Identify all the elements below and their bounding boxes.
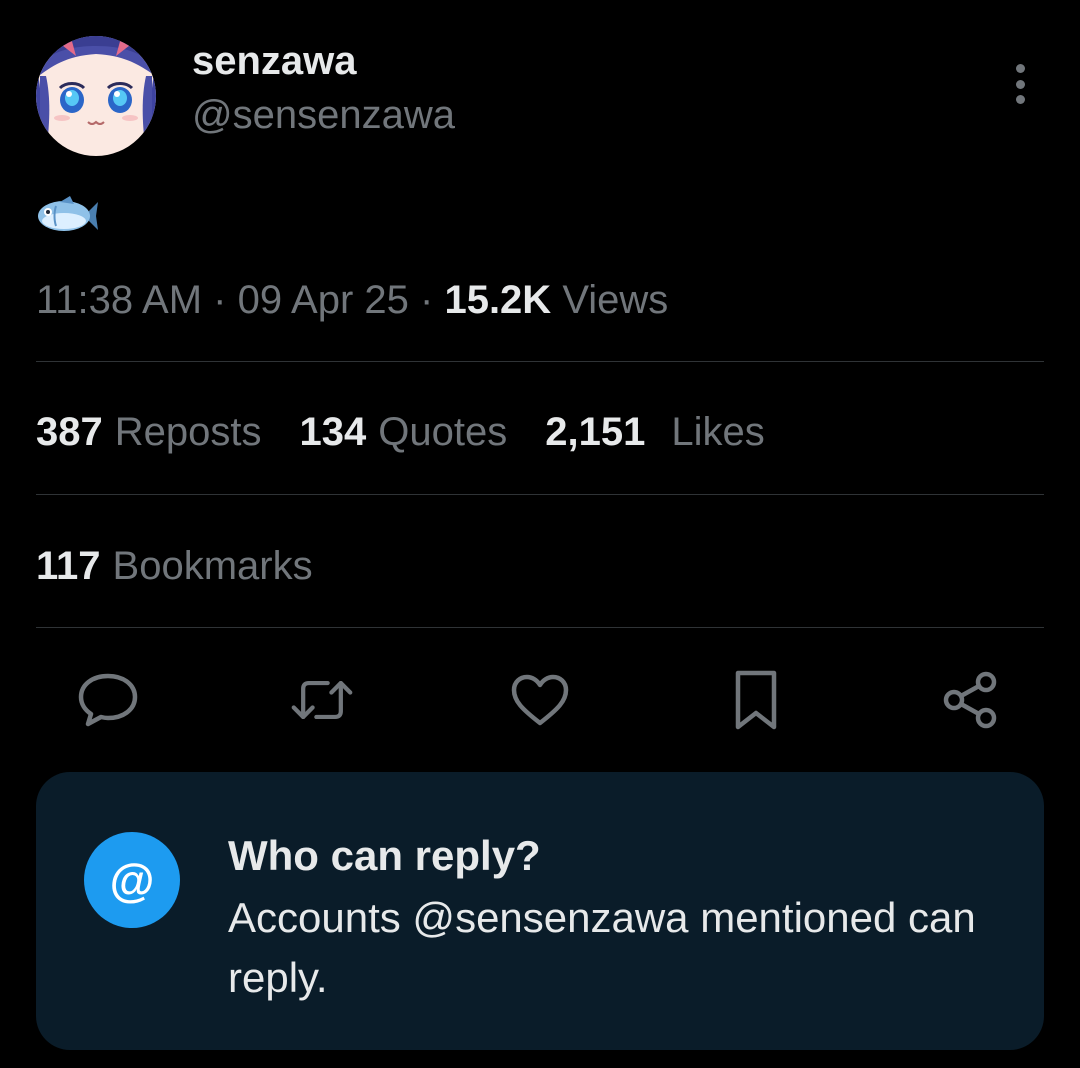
bookmark-icon — [735, 670, 777, 730]
post-date[interactable]: 09 Apr 25 — [238, 278, 409, 322]
avatar[interactable] — [36, 36, 156, 156]
quotes-count: 134 — [299, 410, 367, 454]
quotes-stat[interactable]: 134 Quotes — [300, 408, 508, 456]
divider — [36, 627, 1044, 628]
engagement-stats: 387 Reposts 134 Quotes 2,151 Likes — [36, 408, 803, 456]
post-metadata: 11:38 AM · 09 Apr 25 · 15.2K Views — [36, 276, 668, 324]
reposts-count: 387 — [36, 410, 103, 454]
views-label: Views — [562, 278, 669, 322]
repost-icon — [291, 680, 353, 720]
author-display-name[interactable]: senzawa — [192, 38, 357, 84]
who-can-reply-card: @ Who can reply? Accounts @sensenzawa me… — [36, 772, 1044, 1050]
bookmark-button[interactable] — [724, 668, 788, 732]
share-button[interactable] — [938, 668, 1002, 732]
likes-label: Likes — [671, 410, 765, 454]
repost-button[interactable] — [290, 668, 354, 732]
likes-count: 2,151 — [545, 410, 646, 454]
bookmarks-count: 117 — [36, 544, 101, 588]
reposts-stat[interactable]: 387 Reposts — [36, 408, 262, 456]
fish-emoji-icon — [36, 192, 100, 240]
more-options-icon[interactable] — [1000, 60, 1040, 108]
share-icon — [943, 671, 997, 729]
like-icon — [511, 674, 569, 726]
divider — [36, 494, 1044, 495]
quotes-label: Quotes — [378, 410, 508, 454]
reposts-label: Reposts — [114, 410, 262, 454]
reply-settings-title: Who can reply? — [228, 832, 541, 879]
divider — [36, 361, 1044, 362]
reply-icon — [78, 673, 138, 727]
post-detail: senzawa @sensenzawa 11:38 AM · 09 Apr 25… — [0, 0, 1080, 1068]
likes-stat[interactable]: 2,151 Likes — [545, 408, 765, 456]
post-time[interactable]: 11:38 AM — [36, 278, 202, 322]
like-button[interactable] — [508, 668, 572, 732]
bookmarks-stat[interactable]: 117 Bookmarks — [36, 542, 351, 590]
views-count: 15.2K — [444, 278, 552, 322]
author-handle[interactable]: @sensenzawa — [192, 92, 455, 138]
bookmarks-label: Bookmarks — [112, 544, 313, 588]
separator: · — [213, 278, 227, 322]
reply-settings-description: Accounts @sensenzawa mentioned can reply… — [228, 894, 976, 1001]
separator: · — [420, 278, 434, 322]
at-sign-icon: @ — [84, 832, 180, 928]
reply-button[interactable] — [76, 668, 140, 732]
